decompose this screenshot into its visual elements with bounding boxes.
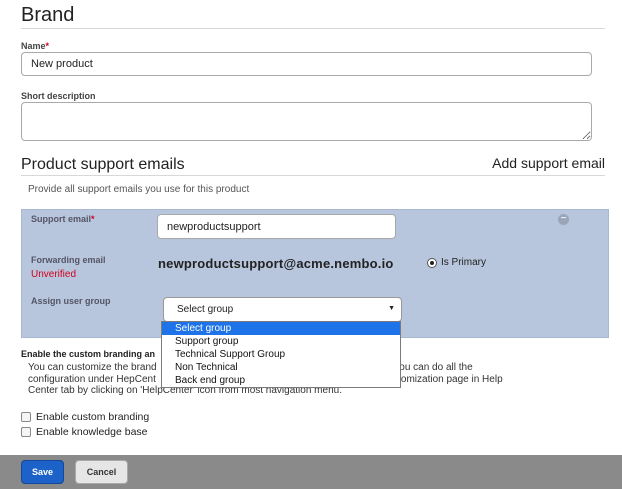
user-group-select[interactable]: Select group ▼ [163, 297, 402, 322]
group-option[interactable]: Select group [162, 322, 400, 335]
support-emails-hint: Provide all support emails you use for t… [28, 184, 250, 195]
user-group-select-value: Select group [177, 304, 234, 315]
save-button[interactable]: Save [21, 460, 64, 484]
enable-knowledge-base-label: Enable knowledge base [36, 426, 148, 438]
group-option[interactable]: Support group [162, 335, 400, 348]
group-option[interactable]: Technical Support Group [162, 348, 400, 361]
enable-knowledge-base-option[interactable]: Enable knowledge base [21, 426, 148, 438]
page-title: Brand [21, 4, 75, 26]
cancel-button[interactable]: Cancel [75, 460, 128, 484]
group-option[interactable]: Non Technical [162, 361, 400, 374]
user-group-dropdown[interactable]: Select group Support group Technical Sup… [161, 321, 401, 388]
name-label: Name* [21, 41, 49, 51]
support-email-input[interactable] [157, 214, 396, 239]
support-email-label-text: Support email [31, 214, 92, 224]
is-primary-radio[interactable] [427, 257, 437, 268]
enable-custom-branding-checkbox[interactable] [21, 412, 31, 422]
enable-custom-branding-label: Enable custom branding [36, 411, 150, 423]
is-primary-option[interactable]: Is Primary [427, 257, 486, 268]
name-label-text: Name [21, 41, 46, 51]
forwarding-email-label: Forwarding email [31, 255, 106, 265]
support-email-label: Support email* [31, 214, 95, 224]
short-description-label: Short description [21, 91, 96, 101]
name-input[interactable] [21, 52, 592, 76]
verification-status: Unverified [31, 269, 77, 280]
add-support-email-link[interactable]: Add support email [492, 155, 605, 171]
is-primary-label: Is Primary [441, 257, 486, 268]
title-divider [21, 28, 605, 29]
section-divider [21, 175, 605, 176]
required-mark: * [45, 41, 50, 51]
forwarding-address: newproductsupport@acme.nembo.io [158, 256, 394, 271]
support-email-panel: Support email* − Forwarding email Unveri… [21, 209, 609, 338]
assign-user-group-label: Assign user group [31, 296, 111, 306]
required-mark: * [91, 214, 95, 224]
group-option[interactable]: Back end group [162, 374, 400, 387]
enable-knowledge-base-checkbox[interactable] [21, 427, 31, 437]
dropdown-arrow-icon: ▼ [388, 305, 395, 312]
enable-custom-branding-option[interactable]: Enable custom branding [21, 411, 149, 423]
support-emails-title: Product support emails [21, 156, 185, 173]
remove-icon[interactable]: − [558, 214, 569, 225]
branding-heading: Enable the custom branding an [21, 349, 156, 359]
short-description-input[interactable] [21, 102, 592, 141]
